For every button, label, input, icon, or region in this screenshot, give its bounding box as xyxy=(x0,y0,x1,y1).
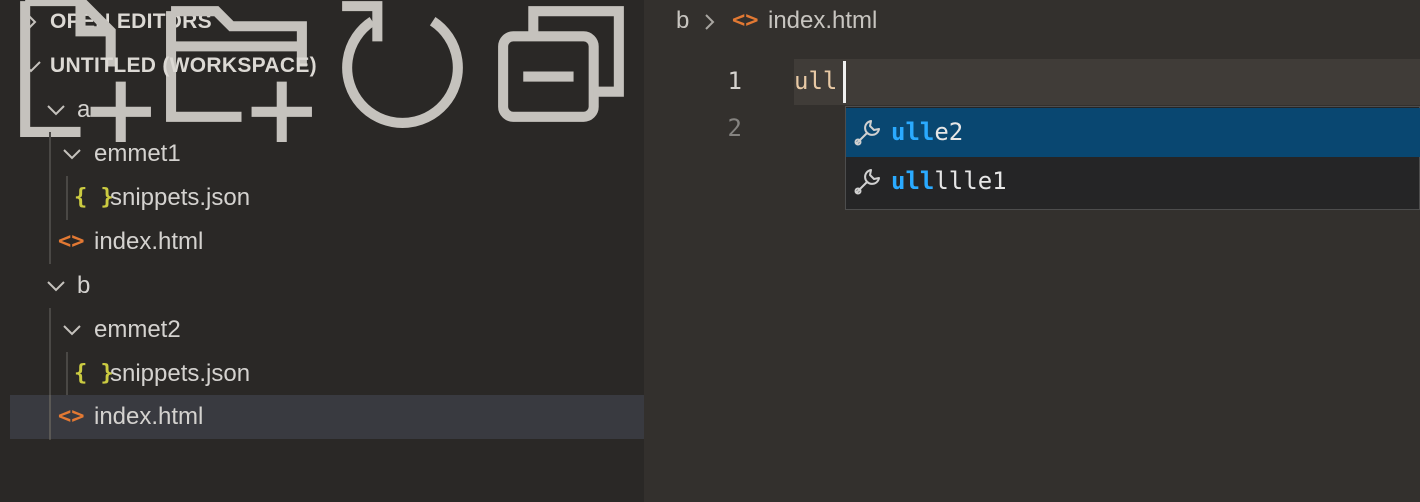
tree-item-label: emmet1 xyxy=(94,140,181,167)
code-line-1[interactable]: ull xyxy=(794,59,837,103)
suggest-item-text: ulle2 xyxy=(891,108,963,157)
suggest-item[interactable]: ullllle1 xyxy=(846,157,1420,206)
suggest-item[interactable]: ulle2 xyxy=(846,108,1420,157)
chevron-right-icon xyxy=(705,14,715,30)
tree-file-index-html-selected[interactable]: <> index.html xyxy=(10,395,644,439)
chevron-down-icon xyxy=(63,149,81,160)
suggest-item-text: ullllle1 xyxy=(891,157,1007,206)
tree-file-snippets-json[interactable]: { } snippets.json xyxy=(10,352,644,396)
workspace-header[interactable]: UNTITLED (WORKSPACE) xyxy=(0,0,644,142)
explorer-sidebar: OPEN EDITORS UNTITLED (WORKSPACE) a emme… xyxy=(0,0,644,502)
suggest-rest: e2 xyxy=(934,118,964,146)
tree-folder-emmet1[interactable]: emmet1 xyxy=(10,132,644,176)
wrench-icon xyxy=(854,169,880,195)
suggest-match: ull xyxy=(891,118,935,146)
chevron-down-icon xyxy=(47,105,65,116)
chevron-down-icon xyxy=(21,61,41,73)
html-file-icon: <> xyxy=(58,229,85,254)
breadcrumb-file[interactable]: index.html xyxy=(768,7,877,35)
tree-file-snippets-json[interactable]: { } snippets.json xyxy=(10,176,644,220)
chevron-down-icon xyxy=(63,325,81,336)
tree-folder-a[interactable]: a xyxy=(10,88,644,132)
suggest-rest: llle1 xyxy=(934,167,1007,195)
line-number: 2 xyxy=(727,114,742,142)
json-file-icon: { } xyxy=(74,185,114,210)
current-line-highlight xyxy=(794,59,1420,105)
tree-item-label: snippets.json xyxy=(110,184,251,211)
tree-item-label: snippets.json xyxy=(110,360,251,387)
tree-file-index-html[interactable]: <> index.html xyxy=(10,220,644,264)
tree-item-label: b xyxy=(77,272,91,299)
json-file-icon: { } xyxy=(74,361,114,386)
tree-folder-b[interactable]: b xyxy=(10,264,644,308)
line-number: 1 xyxy=(727,67,742,95)
editor-pane[interactable]: b <> index.html 1 2 ull ulle2 ullllle1 xyxy=(644,0,1420,502)
wrench-icon xyxy=(854,120,880,146)
workspace-label: UNTITLED (WORKSPACE) xyxy=(50,54,317,77)
text-cursor xyxy=(843,61,846,103)
breadcrumb: b <> index.html xyxy=(644,0,1420,42)
suggest-widget: ulle2 ullllle1 xyxy=(845,106,1420,210)
tree-item-label: index.html xyxy=(94,228,204,255)
tree-item-label: index.html xyxy=(94,403,204,430)
tree-item-label: a xyxy=(77,96,91,123)
html-file-icon: <> xyxy=(58,404,85,429)
breadcrumb-folder[interactable]: b xyxy=(676,7,689,35)
tree-item-label: emmet2 xyxy=(94,316,181,343)
chevron-down-icon xyxy=(47,281,65,292)
indent-guide xyxy=(49,395,51,439)
html-file-icon: <> xyxy=(732,8,759,33)
tree-folder-emmet2[interactable]: emmet2 xyxy=(10,308,644,352)
suggest-match: ull xyxy=(891,167,935,195)
